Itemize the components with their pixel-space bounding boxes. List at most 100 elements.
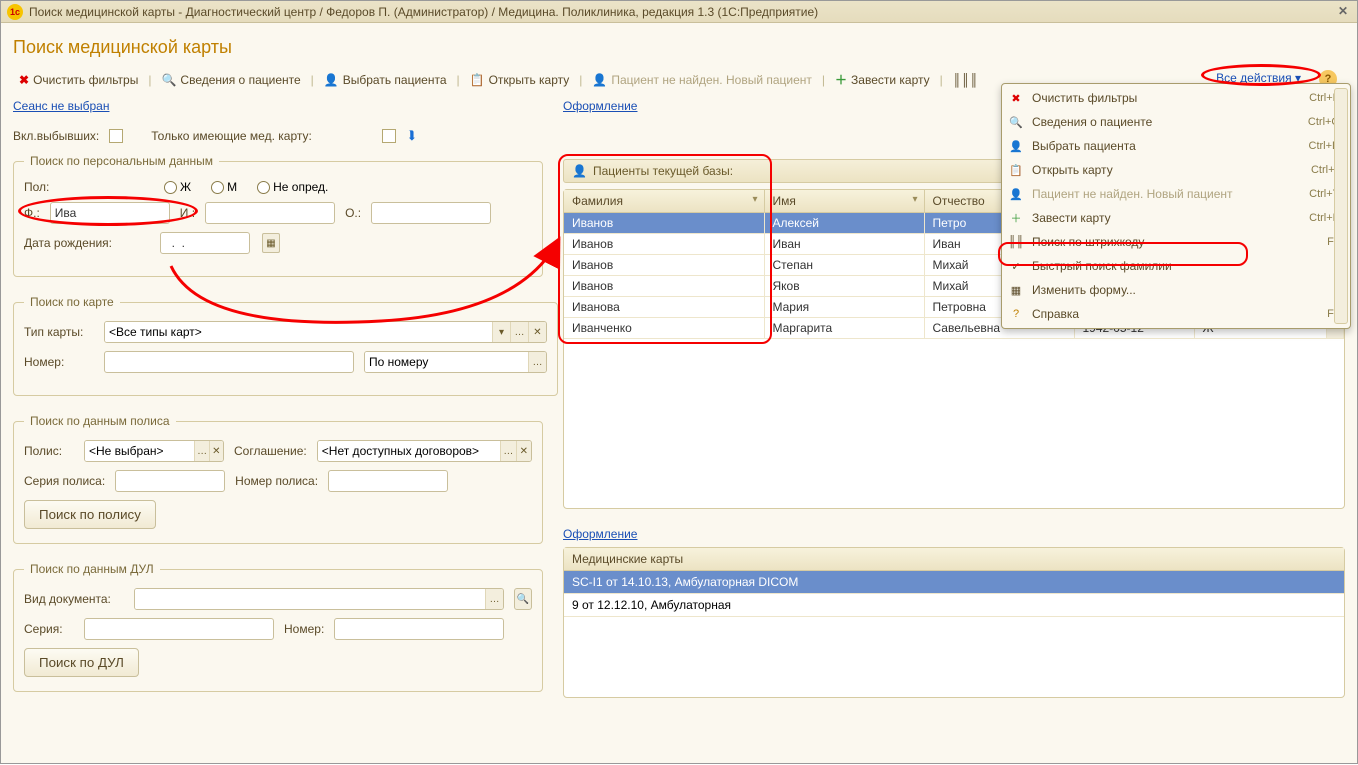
person-icon: 👤: [324, 73, 339, 87]
doc-type-input[interactable]: [135, 589, 485, 609]
policy-input[interactable]: [85, 441, 194, 461]
policy-legend: Поиск по данным полиса: [24, 414, 176, 428]
card-type-input[interactable]: [105, 322, 492, 342]
policy-number-input[interactable]: [328, 470, 448, 492]
app-logo-icon: 1c: [7, 4, 23, 20]
gender-m-radio[interactable]: М: [211, 180, 237, 194]
doc-type-more-icon[interactable]: …: [485, 589, 503, 609]
gender-label: Пол:: [24, 180, 54, 194]
agreement-input[interactable]: [318, 441, 500, 461]
name-label: И.:: [180, 206, 195, 220]
menu-item-label: Сведения о пациенте: [1032, 115, 1152, 129]
left-panel: Сеанс не выбран Вкл.выбывших: Только име…: [13, 99, 543, 710]
policy-fieldset: Поиск по данным полиса Полис: …✕ Соглаше…: [13, 414, 543, 544]
dul-series-label: Серия:: [24, 622, 74, 636]
card-type-clear-icon[interactable]: ✕: [528, 322, 546, 342]
list-item[interactable]: 9 от 12.12.10, Амбулаторная: [564, 594, 1344, 617]
agreement-clear-icon[interactable]: ✕: [516, 441, 531, 461]
gender-f-radio[interactable]: Ж: [164, 180, 191, 194]
dul-legend: Поиск по данным ДУЛ: [24, 562, 160, 576]
window-title: Поиск медицинской карты - Диагностически…: [29, 5, 1335, 19]
create-card-button[interactable]: ＋Завести карту: [829, 68, 936, 91]
by-number-input[interactable]: [365, 352, 528, 372]
menu-item[interactable]: 👤Пациент не найден. Новый пациентCtrl+Y: [1002, 182, 1350, 206]
card-fieldset: Поиск по карте Тип карты: ▾…✕ Номер: …: [13, 295, 558, 396]
refresh-icon[interactable]: ➦: [403, 130, 420, 142]
menu-item-label: Открыть карту: [1032, 163, 1113, 177]
clear-filters-button[interactable]: ✖Очистить фильтры: [13, 70, 144, 90]
card-number-label: Номер:: [24, 355, 94, 369]
policy-clear-icon[interactable]: ✕: [209, 441, 223, 461]
menu-item[interactable]: ✖Очистить фильтрыCtrl+E: [1002, 86, 1350, 110]
card-type-more-icon[interactable]: …: [510, 322, 528, 342]
menu-item[interactable]: ║║Поиск по штрихкодуF7: [1002, 230, 1350, 254]
name-input[interactable]: [205, 202, 335, 224]
policy-number-label: Номер полиса:: [235, 474, 318, 488]
select-patient-button[interactable]: 👤Выбрать пациента: [318, 70, 453, 90]
personal-legend: Поиск по персональным данным: [24, 154, 219, 168]
clear-icon: ✖: [19, 73, 29, 87]
menu-item-icon: ▦: [1008, 282, 1024, 298]
menu-item[interactable]: 📋Открыть картуCtrl+J: [1002, 158, 1350, 182]
card-number-input[interactable]: [104, 351, 354, 373]
page-title: Поиск медицинской карты: [13, 37, 1345, 58]
person-disabled-icon: 👤: [592, 73, 607, 87]
menu-item-label: Очистить фильтры: [1032, 91, 1137, 105]
menu-item[interactable]: ?СправкаF1: [1002, 302, 1350, 326]
include-discharged-checkbox[interactable]: [109, 129, 123, 143]
close-icon[interactable]: ✕: [1335, 4, 1351, 20]
card-type-label: Тип карты:: [24, 325, 94, 339]
menu-item[interactable]: ＋Завести картуCtrl+P: [1002, 206, 1350, 230]
card-type-dropdown-icon[interactable]: ▾: [492, 322, 510, 342]
agreement-more-icon[interactable]: …: [500, 441, 515, 461]
col-surname[interactable]: Фамилия▾: [564, 190, 764, 213]
by-number-more-icon[interactable]: …: [528, 352, 546, 372]
only-with-card-label: Только имеющие мед. карту:: [151, 129, 312, 143]
policy-label: Полис:: [24, 444, 74, 458]
cards-header: Медицинские карты: [564, 548, 1344, 571]
menu-item-label: Завести карту: [1032, 211, 1111, 225]
patronymic-input[interactable]: [371, 202, 491, 224]
doc-type-label: Вид документа:: [24, 592, 124, 606]
col-name[interactable]: Имя▾: [764, 190, 924, 213]
open-card-button[interactable]: 📋Открыть карту: [464, 70, 576, 90]
menu-scrollbar[interactable]: [1334, 88, 1348, 324]
barcode-button[interactable]: ║║║: [947, 70, 985, 90]
app-window: 1c Поиск медицинской карты - Диагностиче…: [0, 0, 1358, 764]
titlebar: 1c Поиск медицинской карты - Диагностиче…: [1, 1, 1357, 23]
menu-item[interactable]: ✓Быстрый поиск фамилии: [1002, 254, 1350, 278]
menu-item[interactable]: ▦ Изменить форму...: [1002, 278, 1350, 302]
list-item[interactable]: SC-I1 от 14.10.13, Амбулаторная DICOM: [564, 571, 1344, 594]
menu-item-label: Справка: [1032, 307, 1079, 321]
gender-u-radio[interactable]: Не опред.: [257, 180, 328, 194]
dob-input[interactable]: [160, 232, 250, 254]
plus-icon: ＋: [835, 71, 847, 88]
card-legend: Поиск по карте: [24, 295, 120, 309]
menu-item-icon: ✖: [1008, 90, 1024, 106]
policy-more-icon[interactable]: …: [194, 441, 208, 461]
policy-series-input[interactable]: [115, 470, 225, 492]
search-dul-button[interactable]: Поиск по ДУЛ: [24, 648, 139, 677]
doc-type-search-icon[interactable]: 🔍: [514, 588, 532, 610]
menu-item-label: Изменить форму...: [1032, 283, 1136, 297]
search-policy-button[interactable]: Поиск по полису: [24, 500, 156, 529]
barcode-icon: ║║║: [953, 73, 979, 87]
seance-link[interactable]: Сеанс не выбран: [13, 99, 109, 113]
only-with-card-checkbox[interactable]: [382, 129, 396, 143]
personal-data-fieldset: Поиск по персональным данным Пол: Ж М Не…: [13, 154, 543, 277]
surname-input[interactable]: [50, 202, 170, 224]
all-actions-menu: ✖Очистить фильтрыCtrl+E🔍Сведения о пацие…: [1001, 83, 1351, 329]
new-patient-button[interactable]: 👤Пациент не найден. Новый пациент: [586, 70, 818, 90]
menu-item[interactable]: 🔍Сведения о пациентеCtrl+G: [1002, 110, 1350, 134]
sort-icon: ▾: [912, 194, 917, 205]
design-link-top[interactable]: Оформление: [563, 99, 637, 113]
dul-series-input[interactable]: [84, 618, 274, 640]
sort-icon: ▾: [752, 194, 757, 205]
menu-item-label: Выбрать пациента: [1032, 139, 1136, 153]
patient-info-button[interactable]: 🔍Сведения о пациенте: [155, 70, 306, 90]
design-link-bottom[interactable]: Оформление: [563, 527, 637, 541]
dul-number-input[interactable]: [334, 618, 504, 640]
calendar-icon[interactable]: ▦: [262, 233, 280, 253]
menu-item[interactable]: 👤Выбрать пациентаCtrl+D: [1002, 134, 1350, 158]
menu-item-icon: 🔍: [1008, 114, 1024, 130]
